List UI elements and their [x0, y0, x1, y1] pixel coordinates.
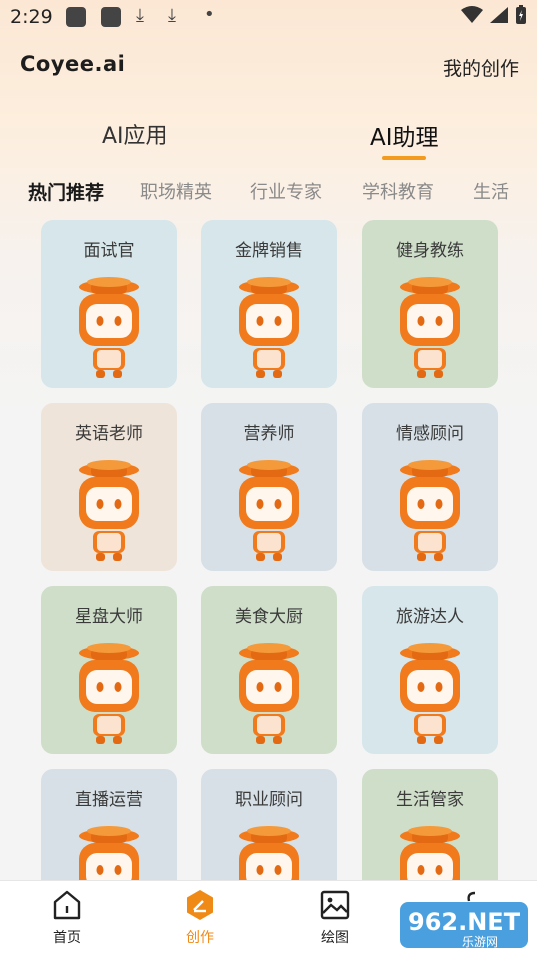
mascot-icon: [79, 826, 139, 880]
mascot-icon: [400, 826, 460, 880]
wifi-icon: [461, 6, 483, 23]
watermark-subtext: 乐游网: [462, 935, 498, 949]
assistant-grid: 面试官 金牌销售 健身教练英语老师 营养师 情感顾问星盘大师 美食大厨 旅游达人直播运营 职业…: [0, 220, 537, 880]
assistant-card-title: 直播运营: [75, 790, 143, 810]
my-works-link[interactable]: 我的创作: [443, 54, 519, 81]
mascot-icon: [400, 277, 460, 378]
category-tab-life[interactable]: 生活: [473, 178, 509, 204]
mascot-icon: [400, 643, 460, 744]
nav-label: 创作: [186, 930, 214, 946]
assistant-card-title: 美食大厨: [235, 607, 303, 627]
category-tab-hot[interactable]: 热门推荐: [28, 178, 104, 205]
assistant-card-title: 面试官: [83, 241, 135, 261]
assistant-card[interactable]: 金牌销售: [201, 220, 337, 388]
mascot-icon: [239, 643, 299, 744]
category-tab-industry[interactable]: 行业专家: [250, 178, 322, 204]
category-tabs: 热门推荐 职场精英 行业专家 学科教育 生活: [0, 178, 537, 206]
mascot-icon: [79, 643, 139, 744]
home-icon: [53, 890, 81, 920]
watermark-logo: 962.NET 乐游网: [398, 896, 530, 952]
tab-label: AI助理: [370, 125, 439, 151]
category-tab-education[interactable]: 学科教育: [362, 178, 434, 204]
app-logo: Coyee.ai: [20, 52, 126, 76]
tab-ai-apps[interactable]: AI应用: [102, 118, 168, 150]
assistant-card[interactable]: 健身教练: [362, 220, 498, 388]
assistant-card[interactable]: 情感顾问: [362, 403, 498, 571]
notification-icon: [101, 7, 121, 27]
tab-label: AI应用: [102, 124, 168, 149]
mascot-icon: [239, 277, 299, 378]
battery-icon: [516, 5, 526, 24]
top-bar: Coyee.ai 我的创作: [0, 48, 537, 88]
assistant-card-title: 生活管家: [396, 790, 464, 810]
nav-create[interactable]: 创作: [160, 889, 240, 947]
assistant-card-title: 旅游达人: [396, 607, 464, 627]
status-bar: 2:29 ⤓ ⤓ •: [0, 0, 537, 36]
assistant-card[interactable]: 营养师: [201, 403, 337, 571]
assistant-card-title: 职业顾问: [235, 790, 303, 810]
mascot-icon: [239, 460, 299, 561]
assistant-card-title: 英语老师: [75, 424, 143, 444]
assistant-card[interactable]: 英语老师: [41, 403, 177, 571]
assistant-card[interactable]: 美食大厨: [201, 586, 337, 754]
nav-drawing[interactable]: 绘图: [295, 889, 375, 947]
main-tabs: AI应用 AI助理: [0, 118, 537, 168]
assistant-card[interactable]: 直播运营: [41, 769, 177, 880]
mascot-icon: [79, 277, 139, 378]
assistant-card-title: 情感顾问: [396, 424, 464, 444]
category-tab-workplace[interactable]: 职场精英: [140, 178, 212, 204]
nav-label: 首页: [53, 930, 81, 946]
assistant-card[interactable]: 面试官: [41, 220, 177, 388]
assistant-card-title: 星盘大师: [75, 607, 143, 627]
assistant-card-title: 金牌销售: [235, 241, 303, 261]
assistant-card-title: 营养师: [243, 424, 295, 444]
mascot-icon: [239, 826, 299, 880]
nav-home[interactable]: 首页: [27, 889, 107, 947]
watermark-text: 962.NET: [408, 908, 521, 936]
assistant-card[interactable]: 职业顾问: [201, 769, 337, 880]
image-icon: [320, 890, 350, 920]
more-notifications-icon: •: [204, 4, 215, 25]
nav-label: 绘图: [321, 930, 349, 946]
signal-icon: [490, 7, 508, 23]
mascot-icon: [79, 460, 139, 561]
assistant-card-title: 健身教练: [396, 241, 464, 261]
active-tab-indicator: [382, 156, 426, 160]
tab-ai-assistant[interactable]: AI助理: [370, 118, 439, 160]
download-icon: ⤓: [136, 5, 144, 26]
notification-icon: [66, 7, 86, 27]
create-icon: [187, 890, 213, 920]
mascot-icon: [400, 460, 460, 561]
assistant-card[interactable]: 生活管家: [362, 769, 498, 880]
assistant-card[interactable]: 星盘大师: [41, 586, 177, 754]
assistant-card[interactable]: 旅游达人: [362, 586, 498, 754]
status-time: 2:29: [10, 6, 53, 28]
download-icon: ⤓: [168, 5, 176, 26]
system-icons: [461, 5, 527, 25]
